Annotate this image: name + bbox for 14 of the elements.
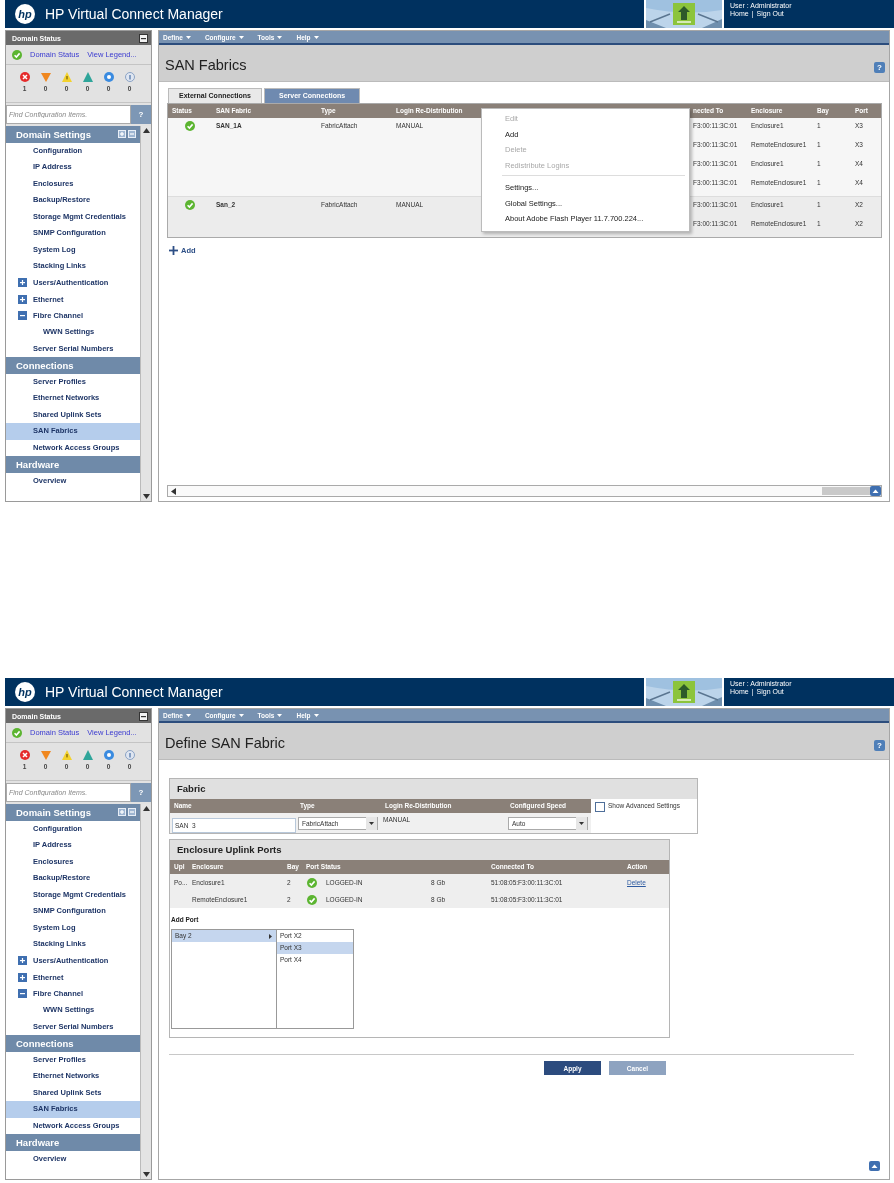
section-title: Connections [16, 1037, 75, 1049]
logo: hp [15, 682, 35, 702]
section-title: Domain Settings [16, 128, 92, 140]
section-title: Hardware [16, 1136, 61, 1148]
app-title: HP Virtual Connect Manager [45, 684, 223, 700]
app-title: HP Virtual Connect Manager [45, 6, 223, 22]
logo: hp [15, 4, 35, 24]
page-title: SAN Fabrics [165, 56, 247, 73]
panel-title: Enclosure Uplink Ports [170, 840, 669, 860]
panel-title: Fabric [170, 779, 697, 799]
section-title: Hardware [16, 458, 61, 470]
section-title: Domain Settings [16, 806, 92, 818]
section-title: Connections [16, 359, 75, 371]
page-title: Define SAN Fabric [165, 734, 286, 751]
